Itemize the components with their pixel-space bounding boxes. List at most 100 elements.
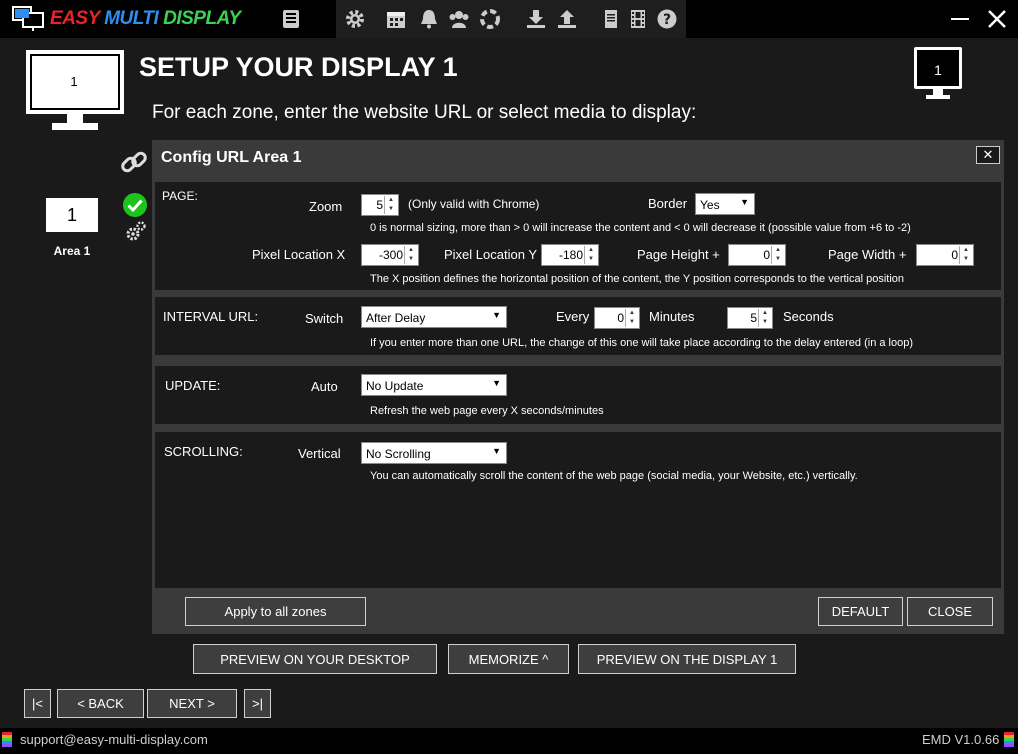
back-button[interactable]: < BACK [57, 689, 144, 718]
auto-update-select[interactable]: No Update ▼ [361, 374, 507, 396]
memorize-button[interactable]: MEMORIZE ^ [448, 644, 569, 674]
border-label: Border [648, 196, 688, 211]
seconds-value: 5 [750, 311, 757, 325]
page-width-label: Page Width + [828, 247, 907, 262]
chevron-down-icon: ▼ [492, 378, 501, 388]
chevron-down-icon: ▼ [492, 310, 501, 320]
zoom-spin-arrows[interactable]: ▲ ▼ [384, 196, 397, 214]
minutes-value: 0 [617, 311, 624, 325]
film-icon[interactable] [625, 6, 651, 32]
color-bars-icon [1004, 732, 1014, 750]
first-page-button[interactable]: |< [24, 689, 51, 718]
page-height-spin-arrows[interactable]: ▲ ▼ [771, 246, 784, 264]
zoom-stepper[interactable]: 5 ▲ ▼ [361, 194, 399, 216]
calendar-icon[interactable] [383, 6, 409, 32]
zoom-value: 5 [376, 198, 383, 212]
download-icon[interactable] [523, 6, 549, 32]
seconds-spin-arrows[interactable]: ▲ ▼ [758, 309, 771, 327]
link-icon[interactable] [119, 147, 149, 177]
logo-word-multi: MULTI [104, 8, 164, 29]
dialog-title: Config URL Area 1 [161, 149, 302, 166]
interval-hint: If you enter more than one URL, the chan… [370, 337, 913, 349]
interval-section-label: INTERVAL URL: [163, 309, 259, 324]
zoom-label: Zoom [309, 199, 343, 214]
zoom-hint: 0 is normal sizing, more than > 0 will i… [370, 222, 911, 234]
page-width-spin-arrows[interactable]: ▲ ▼ [959, 246, 972, 264]
switch-select[interactable]: After Delay ▼ [361, 306, 507, 328]
logo-word-display: DISPLAY [163, 8, 241, 29]
pixel-y-spin-arrows[interactable]: ▲ ▼ [584, 246, 597, 264]
app-window: EASY MULTI DISPLAY ? 1 SETUP YOUR DISPLA… [0, 0, 1018, 754]
zoom-note: (Only valid with Chrome) [408, 197, 540, 211]
display-number-monitor-icon: 1 [913, 46, 965, 107]
every-label: Every [556, 309, 590, 324]
scrolling-section: SCROLLING: Vertical No Scrolling ▼ You c… [155, 432, 1001, 588]
status-bar: support@easy-multi-display.com EMD V1.0.… [0, 728, 1018, 754]
chevron-down-icon: ▼ [492, 446, 501, 456]
last-page-button[interactable]: >| [244, 689, 271, 718]
preview-on-display-button[interactable]: PREVIEW ON THE DISPLAY 1 [578, 644, 796, 674]
page-height-label: Page Height + [637, 247, 720, 262]
auto-label: Auto [311, 379, 338, 394]
page-subtitle: For each zone, enter the website URL or … [152, 102, 697, 123]
preview-on-desktop-button[interactable]: PREVIEW ON YOUR DESKTOP [193, 644, 437, 674]
page-width-value: 0 [951, 248, 958, 262]
page-title: SETUP YOUR DISPLAY 1 [139, 52, 458, 82]
minutes-stepper[interactable]: 0 ▲ ▼ [594, 307, 640, 329]
scrolling-hint: You can automatically scroll the content… [370, 470, 858, 482]
pixel-x-spin-arrows[interactable]: ▲ ▼ [404, 246, 417, 264]
page-section-label: PAGE: [162, 189, 198, 203]
help-icon[interactable]: ? [654, 6, 680, 32]
next-button[interactable]: NEXT > [147, 689, 237, 718]
page-width-stepper[interactable]: 0 ▲ ▼ [916, 244, 974, 266]
scrolling-section-label: SCROLLING: [164, 444, 243, 459]
chevron-down-icon: ▼ [740, 197, 749, 207]
vertical-label: Vertical [298, 446, 341, 461]
switch-value: After Delay [366, 311, 426, 325]
dialog-close-button[interactable]: ✕ [976, 146, 1000, 164]
border-value: Yes [700, 198, 720, 212]
upload-icon[interactable] [554, 6, 580, 32]
border-select[interactable]: Yes ▼ [695, 193, 755, 215]
pixel-y-value: -180 [558, 248, 583, 262]
dialog-close-text-button[interactable]: CLOSE [907, 597, 993, 626]
support-email-link[interactable]: support@easy-multi-display.com [20, 732, 208, 747]
settings-gear-icon[interactable] [342, 6, 368, 32]
auto-update-value: No Update [366, 379, 424, 393]
interval-url-section: INTERVAL URL: Switch After Delay ▼ Every… [155, 297, 1001, 355]
document-icon[interactable] [598, 6, 624, 32]
pixel-x-value: -300 [378, 248, 403, 262]
multi-display-logo-icon [12, 6, 44, 31]
page-height-stepper[interactable]: 0 ▲ ▼ [728, 244, 786, 266]
page-section: PAGE: Zoom 5 ▲ ▼ (Only valid with Chrome)… [155, 182, 1001, 290]
seconds-label: Seconds [783, 309, 834, 324]
version-label: EMD V1.0.66 [922, 732, 1000, 747]
pixel-y-stepper[interactable]: -180 ▲ ▼ [541, 244, 599, 266]
switch-label: Switch [305, 311, 344, 326]
minutes-spin-arrows[interactable]: ▲ ▼ [625, 309, 638, 327]
page-height-value: 0 [763, 248, 770, 262]
position-hint: The X position defines the horizontal po… [370, 273, 905, 285]
svg-text:?: ? [663, 12, 671, 28]
apply-to-all-zones-button[interactable]: Apply to all zones [185, 597, 366, 626]
pixel-x-label: Pixel Location X [252, 247, 346, 262]
gears-icon[interactable] [125, 220, 147, 242]
contact-card-icon[interactable] [278, 6, 304, 32]
display-monitor-number: 1 [70, 74, 78, 89]
close-icon[interactable] [983, 6, 1011, 32]
app-logo-text: EASY MULTI DISPLAY [50, 8, 241, 30]
bell-icon[interactable] [416, 6, 442, 32]
seconds-stepper[interactable]: 5 ▲ ▼ [727, 307, 773, 329]
config-url-dialog: Config URL Area 1 ✕ PAGE: Zoom 5 ▲ ▼ (Onl… [152, 140, 1004, 634]
pixel-x-stepper[interactable]: -300 ▲ ▼ [361, 244, 419, 266]
pixel-y-label: Pixel Location Y [444, 247, 537, 262]
area-label: Area 1 [53, 244, 91, 258]
display-number-label: 1 [934, 62, 942, 78]
vertical-scroll-select[interactable]: No Scrolling ▼ [361, 442, 507, 464]
lifebuoy-icon[interactable] [477, 6, 503, 32]
users-icon[interactable] [446, 6, 472, 32]
area-number-box[interactable]: 1 [46, 198, 98, 232]
minimize-icon[interactable] [946, 6, 974, 32]
color-bars-icon [2, 732, 12, 750]
default-button[interactable]: DEFAULT [818, 597, 903, 626]
